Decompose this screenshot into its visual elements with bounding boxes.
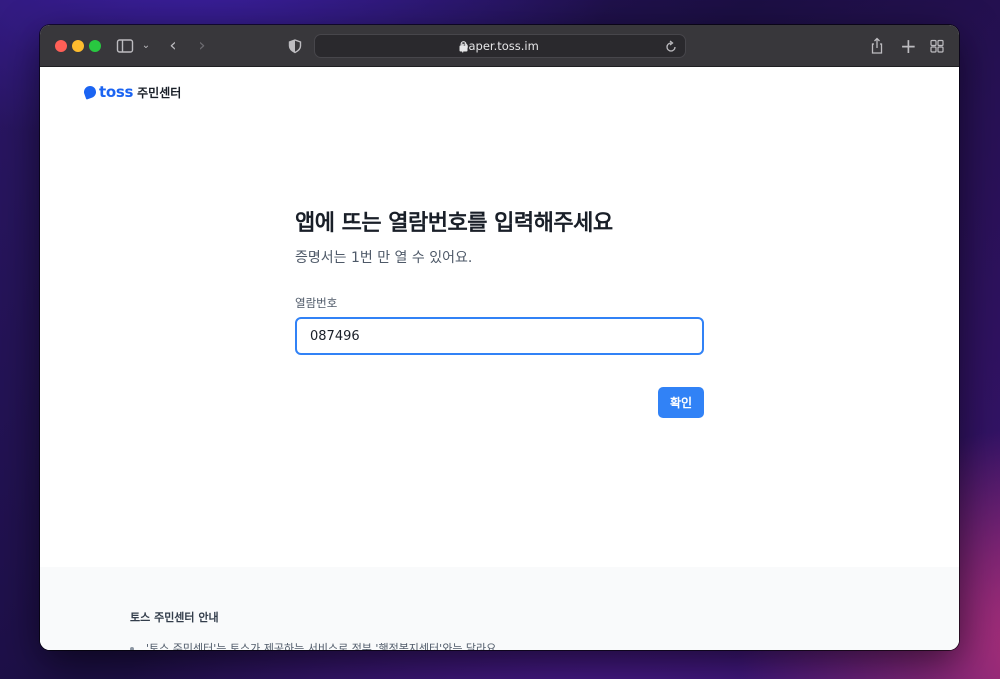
page-title: 앱에 뜨는 열람번호를 입력해주세요 — [295, 211, 613, 236]
code-entry-form: 앱에 뜨는 열람번호를 입력해주세요 증명서는 1번 만 열 수 있어요. 열람… — [295, 205, 705, 418]
address-bar[interactable]: paper.toss.im — [314, 34, 686, 58]
url-text: paper.toss.im — [461, 39, 539, 53]
browser-toolbar: ⌄ ‹ › paper.toss.im + — [40, 25, 959, 67]
reload-icon[interactable] — [665, 40, 677, 53]
toss-logo[interactable]: toss 주민센터 — [82, 82, 182, 102]
browser-window: ⌄ ‹ › paper.toss.im + toss 주민센터 앱에 뜨는 열람… — [40, 25, 959, 650]
bullet-dot — [130, 647, 134, 650]
back-button[interactable]: ‹ — [165, 36, 181, 56]
footer-notice-item: '토스 주민센터'는 토스가 제공하는 서비스로 정부 '행정복지센터'와는 달… — [130, 640, 500, 650]
footer-title: 토스 주민센터 안내 — [130, 611, 219, 624]
confirm-button[interactable]: 확인 — [658, 387, 704, 418]
new-tab-plus-icon[interactable]: + — [900, 36, 917, 56]
footer: 토스 주민센터 안내 '토스 주민센터'는 토스가 제공하는 서비스로 정부 '… — [40, 567, 959, 650]
access-code-input[interactable] — [295, 317, 704, 355]
share-icon[interactable] — [870, 36, 886, 56]
privacy-shield-icon[interactable] — [288, 36, 304, 56]
brand-subtitle: 주민센터 — [137, 85, 182, 100]
zoom-window-button[interactable] — [89, 40, 101, 52]
footer-notice-text: '토스 주민센터'는 토스가 제공하는 서비스로 정부 '행정복지센터'와는 달… — [146, 642, 500, 650]
page-subtitle: 증명서는 1번 만 열 수 있어요. — [295, 250, 473, 266]
sidebar-toggle-icon[interactable] — [116, 36, 136, 56]
chevron-down-icon[interactable]: ⌄ — [140, 36, 152, 56]
toss-logo-mark-icon — [82, 84, 98, 100]
access-code-label: 열람번호 — [295, 296, 338, 310]
tab-overview-icon[interactable] — [930, 36, 946, 56]
toss-wordmark: toss — [99, 83, 134, 101]
page-content: toss 주민센터 앱에 뜨는 열람번호를 입력해주세요 증명서는 1번 만 열… — [40, 67, 959, 650]
minimize-window-button[interactable] — [72, 40, 84, 52]
close-window-button[interactable] — [55, 40, 67, 52]
forward-button[interactable]: › — [194, 36, 210, 56]
